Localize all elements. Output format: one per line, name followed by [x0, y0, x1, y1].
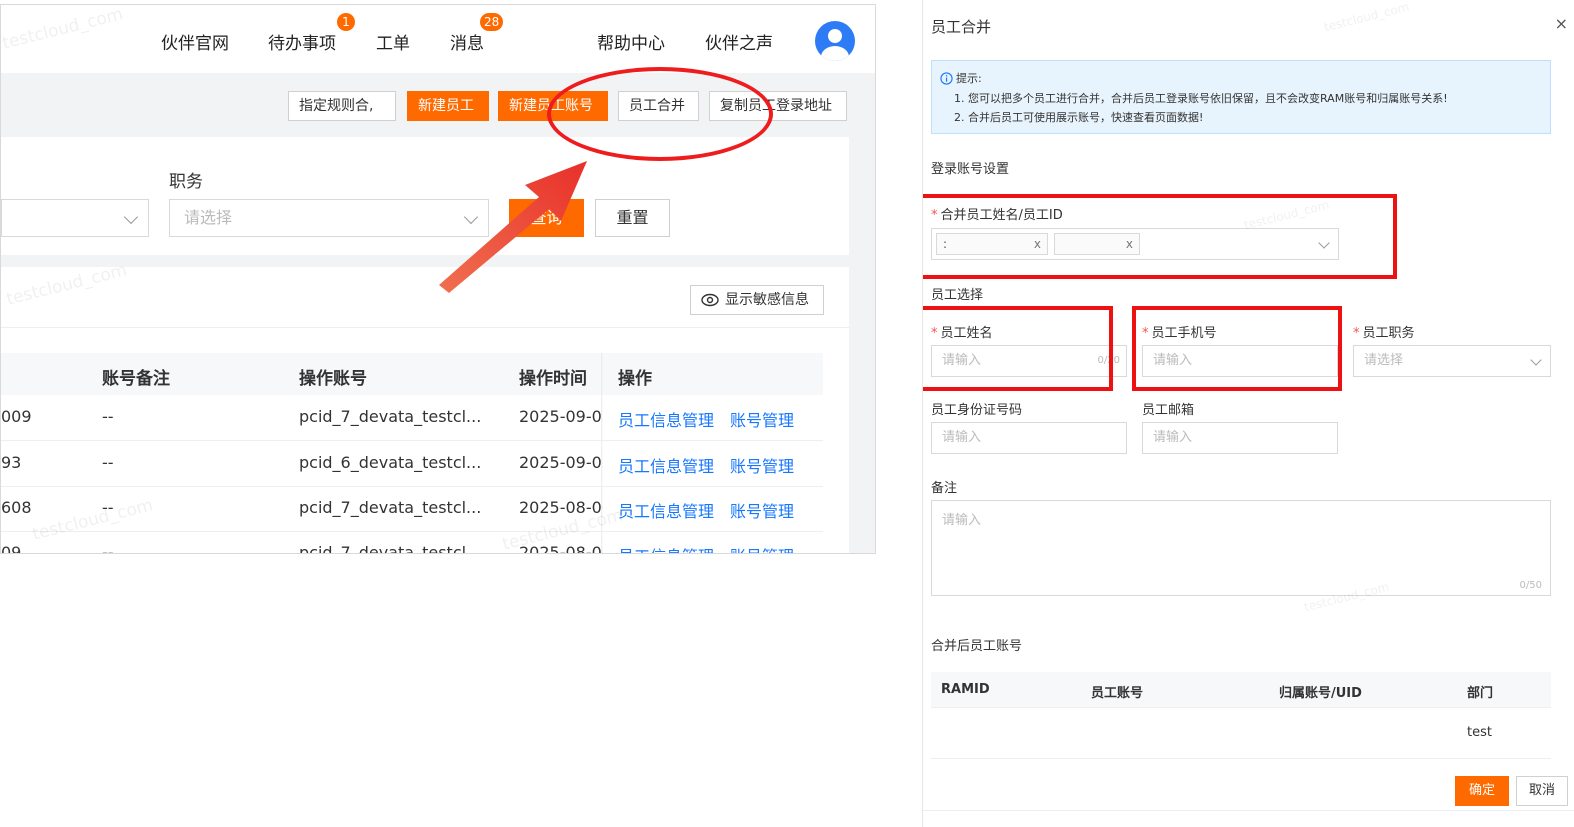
- employee-position-label: * 员工职务: [1353, 326, 1415, 341]
- nav-partner-site[interactable]: 伙伴官网: [161, 29, 229, 54]
- idcard-input[interactable]: 请输入: [931, 422, 1127, 454]
- nav-todo[interactable]: 待办事项: [268, 29, 336, 54]
- nav-ticket[interactable]: 工单: [376, 29, 410, 54]
- notice-box: 提示: 1. 您可以把多个员工进行合并，合并后员工登录账号依旧保留，且不会改变R…: [931, 60, 1551, 134]
- todo-badge: 1: [337, 13, 355, 31]
- email-label: 员工邮箱: [1142, 403, 1195, 418]
- select-section-title: 员工选择: [931, 288, 984, 303]
- table-header: 账号备注 操作账号 操作时间 操作: [1, 353, 823, 395]
- employee-info-link[interactable]: 员工信息管理: [618, 407, 714, 431]
- table-row: 09 -- pcid_7_devata_testcl... 2025-08-06…: [1, 531, 823, 554]
- info-icon: [940, 72, 953, 85]
- col-ramid: RAMID: [941, 682, 990, 697]
- position-placeholder: 请选择: [184, 208, 233, 227]
- cell-account: pcid_7_devata_testcl...: [299, 498, 482, 517]
- merged-table-header: RAMID 员工账号 归属账号/UID 部门: [931, 672, 1551, 708]
- user-icon: [828, 29, 842, 43]
- login-section-title: 登录账号设置: [931, 162, 1010, 177]
- table-row: 009 -- pcid_7_devata_testcl... 2025-09-0…: [1, 395, 823, 441]
- table-row: test: [931, 708, 1551, 759]
- notice-line-1: 1. 您可以把多个员工进行合并，合并后员工登录账号依旧保留，且不会改变RAM账号…: [954, 92, 1448, 105]
- cell-time: 2025-09-03: [519, 453, 603, 472]
- dialog-title: 员工合并: [931, 18, 992, 36]
- pointer-arrow-icon: [439, 161, 587, 293]
- reset-button[interactable]: 重置: [595, 199, 670, 237]
- highlight-box: [923, 194, 1397, 279]
- table-row: 93 -- pcid_6_devata_testcl... 2025-09-03…: [1, 441, 823, 487]
- col-department: 部门: [1467, 686, 1494, 701]
- highlight-box: [923, 306, 1113, 391]
- cell-note: --: [102, 498, 114, 517]
- employee-position-select[interactable]: 请选择: [1353, 345, 1551, 377]
- confirm-button[interactable]: 确定: [1455, 776, 1509, 806]
- cell-time: 2025-08-06: [519, 543, 603, 554]
- chevron-down-icon: [1530, 354, 1542, 366]
- cell-account: pcid_6_devata_testcl...: [299, 453, 482, 472]
- assign-rule-button[interactable]: 指定规则合,: [288, 91, 396, 121]
- eye-icon: [701, 293, 719, 307]
- col-operator-account: 操作账号: [299, 369, 367, 389]
- nav-partner-voice[interactable]: 伙伴之声: [705, 29, 773, 54]
- notice-title: 提示:: [956, 72, 982, 85]
- new-employee-button[interactable]: 新建员工: [407, 91, 489, 121]
- close-icon[interactable]: ×: [1555, 14, 1568, 33]
- col-account-note: 账号备注: [102, 369, 170, 389]
- nav-messages[interactable]: 消息: [450, 29, 484, 54]
- col-actions: 操作: [618, 369, 652, 389]
- col-operation-time: 操作时间: [519, 369, 587, 389]
- cell-time: 2025-08-06: [519, 498, 603, 517]
- cell-id: 608: [1, 498, 32, 517]
- filter-select-left[interactable]: [1, 199, 149, 237]
- remark-char-count: 0/50: [1519, 580, 1542, 591]
- highlight-box: [1132, 306, 1342, 391]
- employee-merge-dialog: 员工合并 × 提示: 1. 您可以把多个员工进行合并，合并后员工登录账号依旧保留…: [922, 0, 1574, 827]
- table-row: 608 -- pcid_7_devata_testcl... 2025-08-0…: [1, 486, 823, 532]
- chevron-down-icon: [123, 209, 139, 225]
- show-sensitive-label: 显示敏感信息: [725, 292, 809, 308]
- cell-id: 09: [1, 543, 22, 554]
- col-owner-uid: 归属账号/UID: [1279, 686, 1362, 701]
- cell-account: pcid_7_devata_testcl...: [299, 407, 482, 426]
- cell-note: --: [102, 407, 114, 426]
- cell-id: 009: [1, 407, 32, 426]
- cell-time: 2025-09-03: [519, 407, 603, 426]
- notice-line-2: 2. 合并后员工可使用展示账号，快速查看页面数据!: [954, 111, 1204, 124]
- remark-textarea[interactable]: 请输入 0/50: [931, 500, 1551, 596]
- message-badge: 28: [480, 13, 504, 31]
- account-manage-link[interactable]: 账号管理: [730, 543, 794, 553]
- cell-note: --: [102, 453, 114, 472]
- remark-label: 备注: [931, 481, 958, 496]
- account-manage-link[interactable]: 账号管理: [730, 453, 794, 477]
- cancel-button[interactable]: 取消: [1516, 776, 1568, 806]
- position-label: 职务: [169, 172, 203, 192]
- watermark: testcloud_com: [1322, 0, 1411, 35]
- merged-section-title: 合并后员工账号: [931, 639, 1023, 654]
- cell-account: pcid_7_devata_testcl...: [299, 543, 482, 554]
- avatar[interactable]: [815, 21, 855, 61]
- account-manage-link[interactable]: 账号管理: [730, 407, 794, 431]
- col-employee-account: 员工账号: [1091, 686, 1144, 701]
- cell-id: 93: [1, 453, 22, 472]
- top-navigation: 伙伴官网 待办事项 1 工单 消息 28 帮助中心 伙伴之声: [1, 5, 875, 73]
- nav-help-center[interactable]: 帮助中心: [597, 29, 665, 54]
- email-input[interactable]: 请输入: [1142, 422, 1338, 454]
- console-screenshot: 伙伴官网 待办事项 1 工单 消息 28 帮助中心 伙伴之声 指定规则合, 新建…: [0, 4, 876, 554]
- employee-info-link[interactable]: 员工信息管理: [618, 453, 714, 477]
- employee-info-link[interactable]: 员工信息管理: [618, 543, 714, 553]
- cell-department: test: [1467, 725, 1492, 740]
- account-manage-link[interactable]: 账号管理: [730, 498, 794, 522]
- employee-table: 显示敏感信息 账号备注 操作账号 操作时间 操作 009 -- pcid_7_d…: [1, 267, 849, 554]
- employee-info-link[interactable]: 员工信息管理: [618, 498, 714, 522]
- idcard-label: 员工身份证号码: [931, 403, 1023, 418]
- cell-note: --: [102, 543, 114, 554]
